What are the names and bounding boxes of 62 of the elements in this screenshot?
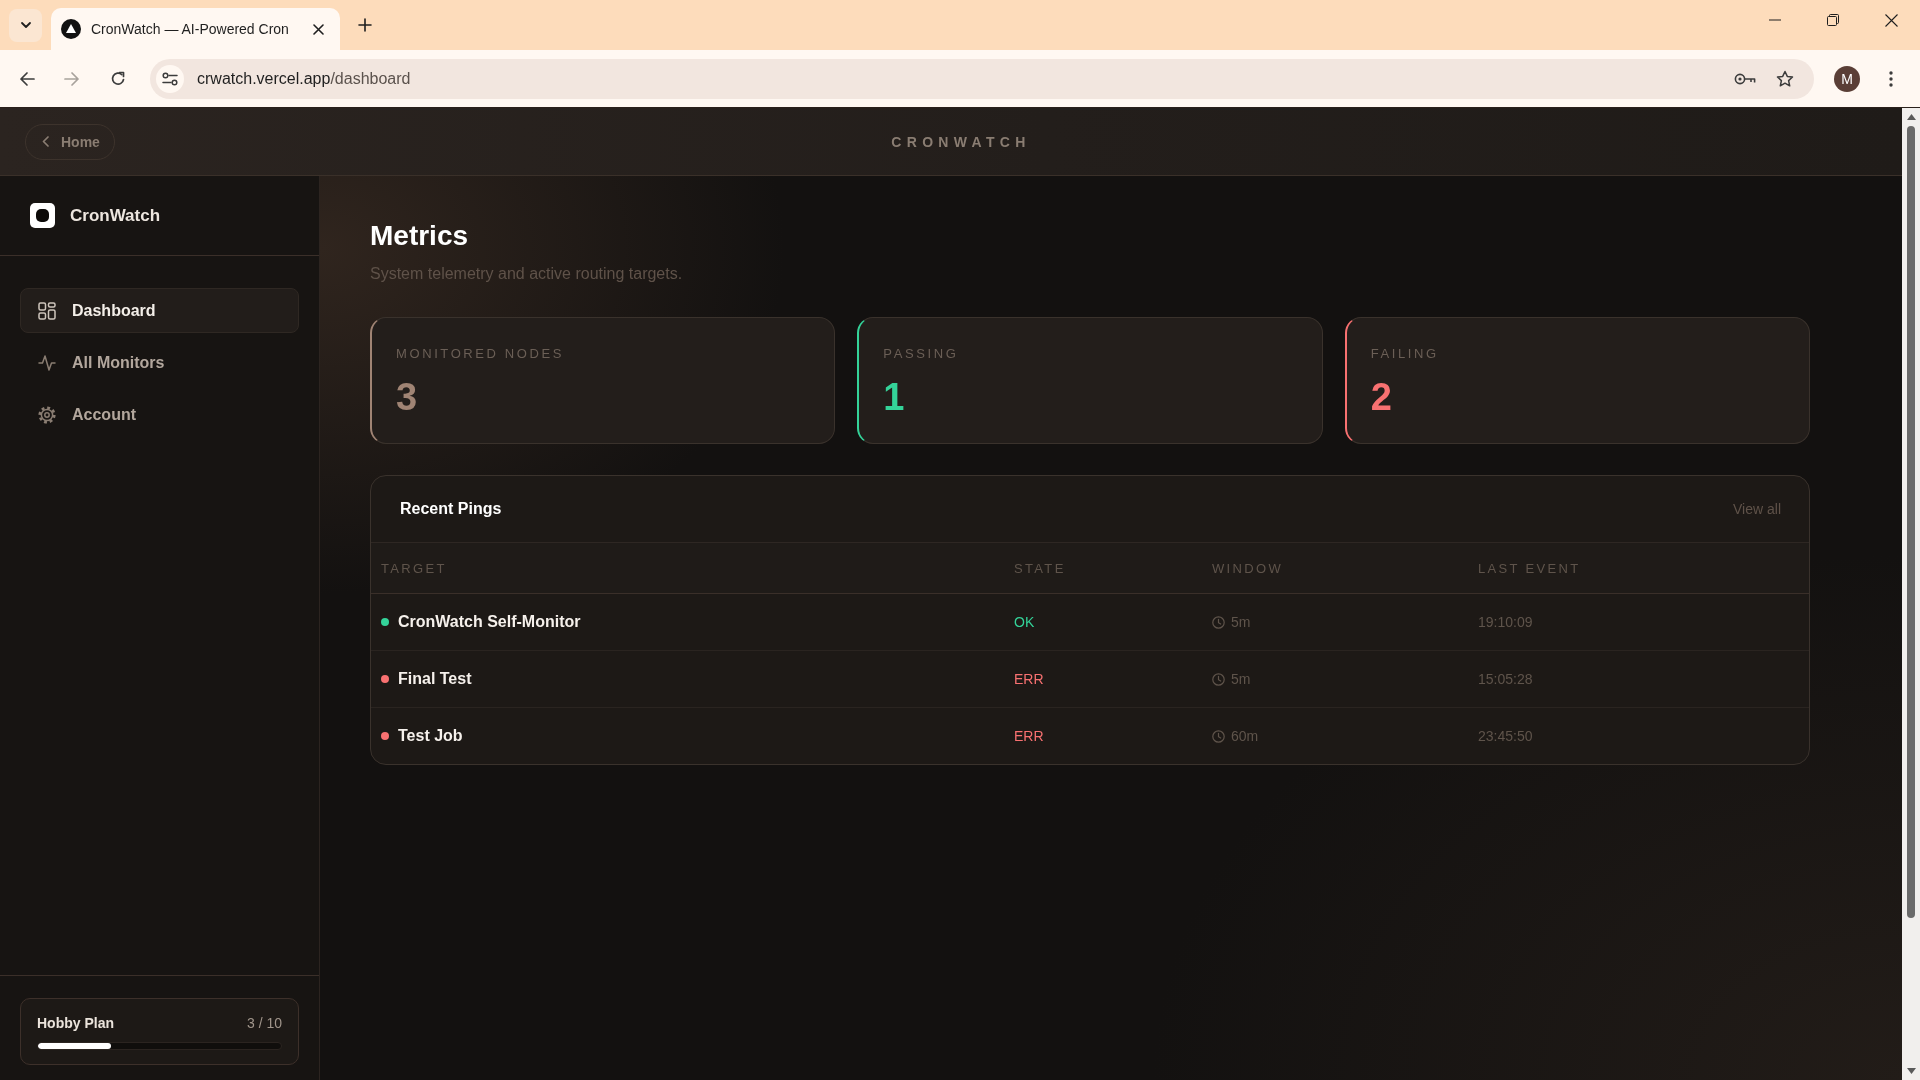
column-header: STATE [1014, 560, 1067, 576]
last-event-time: 19:10:09 [1478, 614, 1533, 630]
window-text: 5m [1231, 671, 1251, 687]
url-text: crwatch.vercel.app/dashboard [197, 69, 411, 88]
target-name: CronWatch Self-Monitor [398, 613, 581, 631]
plan-name: Hobby Plan [37, 1015, 114, 1031]
panel-title: Recent Pings [400, 500, 502, 518]
column-header: TARGET [381, 560, 448, 576]
plan-usage: 3 / 10 [246, 1015, 282, 1031]
window-text: 5m [1231, 614, 1251, 630]
restore-icon [1827, 14, 1839, 26]
scrollbar-thumb[interactable] [1907, 126, 1915, 918]
target-name: Test Job [398, 727, 463, 745]
sidebar-item[interactable]: Account [20, 392, 299, 437]
reload-icon [110, 70, 126, 87]
pulse-icon [38, 353, 56, 372]
stat-value: 2 [1370, 375, 1392, 419]
kebab-menu-icon [1889, 70, 1893, 87]
window-text: 60m [1231, 728, 1259, 744]
gear-icon [38, 405, 56, 424]
clock-icon [1212, 615, 1225, 629]
sidebar-item[interactable]: Dashboard [20, 288, 299, 333]
star-icon [1776, 69, 1794, 88]
stat-label: PASSING [883, 346, 959, 362]
tab-search-button[interactable] [9, 8, 42, 42]
state-text: ERR [1014, 671, 1044, 687]
clock-icon [1212, 672, 1225, 686]
state-text: OK [1014, 614, 1035, 630]
grid-icon [38, 301, 56, 320]
arrow-left-icon [19, 70, 35, 87]
chevron-left-icon [42, 136, 49, 147]
app-wordmark: CRONWATCH [891, 133, 1031, 150]
state-text: ERR [1014, 728, 1044, 744]
target-name: Final Test [398, 670, 472, 688]
logo-icon [30, 203, 55, 228]
column-header: WINDOW [1212, 560, 1285, 576]
address-bar[interactable]: crwatch.vercel.app/dashboard [150, 58, 1814, 99]
brand-name: CronWatch [70, 205, 161, 226]
column-header: LAST EVENT [1478, 560, 1582, 576]
stat-value: 1 [883, 375, 905, 419]
close-icon [312, 23, 324, 35]
last-event-time: 15:05:28 [1478, 671, 1533, 687]
plus-icon [358, 18, 372, 32]
last-event-time: 23:45:50 [1478, 728, 1533, 744]
key-icon [1734, 72, 1756, 85]
stat-label: FAILING [1370, 346, 1439, 362]
scrollbar-track[interactable] [1902, 108, 1920, 1080]
arrow-right-icon [64, 70, 80, 87]
close-icon [1884, 13, 1898, 27]
page-title: Metrics [370, 219, 469, 253]
browser-tab[interactable]: CronWatch — AI-Powered Cron [51, 8, 340, 50]
clock-icon [1212, 729, 1225, 743]
sliders-icon [162, 71, 178, 86]
scroll-up-icon[interactable] [1906, 114, 1916, 120]
sidebar-item[interactable]: All Monitors [20, 340, 299, 385]
site-info-button[interactable] [156, 64, 184, 93]
scroll-down-icon[interactable] [1906, 1068, 1916, 1074]
triangle-logo-icon [61, 19, 81, 39]
profile-avatar[interactable]: M [1834, 65, 1860, 92]
stat-value: 3 [396, 375, 418, 419]
minimize-icon [1769, 19, 1781, 21]
stat-label: MONITORED NODES [396, 346, 565, 362]
